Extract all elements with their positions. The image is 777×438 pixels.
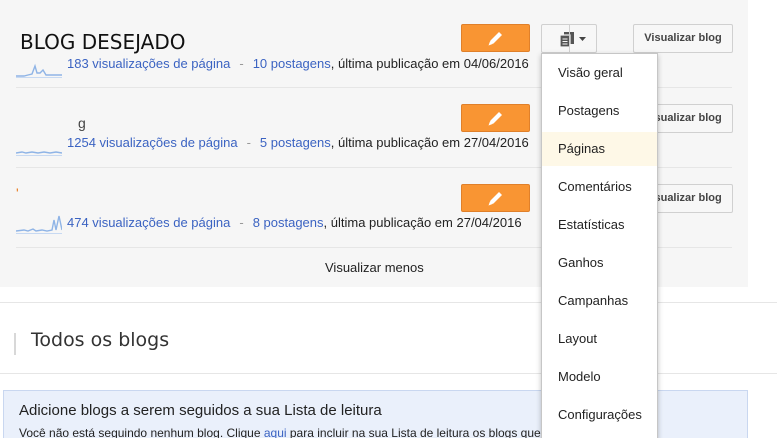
menu-item-paginas[interactable]: Páginas — [542, 132, 657, 166]
documents-icon — [559, 32, 574, 48]
all-blogs-header: Todos os blogs — [0, 302, 777, 374]
view-blog-button[interactable]: Visualizar blog — [633, 24, 733, 53]
blog-title-fragment: ' — [16, 185, 19, 201]
menu-item-visao-geral[interactable]: Visão geral — [542, 56, 657, 90]
pageviews-sparkline — [16, 215, 62, 234]
menu-item-comentarios[interactable]: Comentários — [542, 170, 657, 204]
button-divider — [569, 25, 570, 52]
blog-stats: 474 visualizações de página -8 postagens,… — [67, 215, 522, 230]
blog-stats: 183 visualizações de página -10 postagens… — [67, 56, 529, 71]
caret-down-icon — [579, 37, 586, 41]
pencil-icon — [488, 192, 502, 206]
last-post-text: , última publicação em 27/04/2016 — [323, 215, 522, 230]
reading-list-link[interactable]: aqui — [264, 426, 287, 438]
menu-item-estatisticas[interactable]: Estatísticas — [542, 208, 657, 242]
last-post-text: , última publicação em 27/04/2016 — [330, 135, 529, 150]
pageviews-sparkline — [16, 151, 62, 156]
menu-item-configuracoes[interactable]: Configurações — [542, 398, 657, 432]
posts-link[interactable]: 10 postagens — [253, 56, 331, 71]
pageviews-link[interactable]: 1254 visualizações de página — [67, 135, 238, 150]
pencil-icon — [488, 112, 502, 126]
edit-post-button[interactable] — [461, 24, 530, 52]
section-accent-bar — [14, 333, 16, 355]
section-title: Todos os blogs — [31, 329, 170, 351]
view-less-link[interactable]: Visualizar menos — [325, 260, 424, 275]
menu-item-postagens[interactable]: Postagens — [542, 94, 657, 128]
reading-list-text-before: Você não está seguindo nenhum blog. Cliq… — [19, 426, 264, 438]
blog-dropdown-menu: Visão geral Postagens Páginas Comentário… — [541, 53, 658, 438]
stats-separator: - — [239, 56, 244, 71]
menu-item-modelo[interactable]: Modelo — [542, 360, 657, 394]
stats-separator: - — [239, 215, 244, 230]
blog-menu-button[interactable] — [541, 24, 597, 53]
menu-item-layout[interactable]: Layout — [542, 322, 657, 356]
pencil-icon — [488, 32, 502, 46]
reading-list-heading: Adicione blogs a serem seguidos a sua Li… — [19, 402, 382, 419]
pageviews-link[interactable]: 474 visualizações de página — [67, 215, 230, 230]
edit-post-button[interactable] — [461, 104, 530, 132]
stats-separator: - — [246, 135, 251, 150]
blog-title[interactable]: BLOG DESEJADO — [20, 30, 186, 54]
posts-link[interactable]: 5 postagens — [260, 135, 331, 150]
posts-link[interactable]: 8 postagens — [253, 215, 324, 230]
last-post-text: , última publicação em 04/06/2016 — [330, 56, 529, 71]
edit-post-button[interactable] — [461, 184, 530, 212]
menu-item-ganhos[interactable]: Ganhos — [542, 246, 657, 280]
pageviews-sparkline — [16, 63, 62, 78]
blog-title-fragment: g — [78, 115, 86, 131]
pageviews-link[interactable]: 183 visualizações de página — [67, 56, 230, 71]
blog-stats: 1254 visualizações de página -5 postagens… — [67, 135, 529, 150]
menu-item-campanhas[interactable]: Campanhas — [542, 284, 657, 318]
